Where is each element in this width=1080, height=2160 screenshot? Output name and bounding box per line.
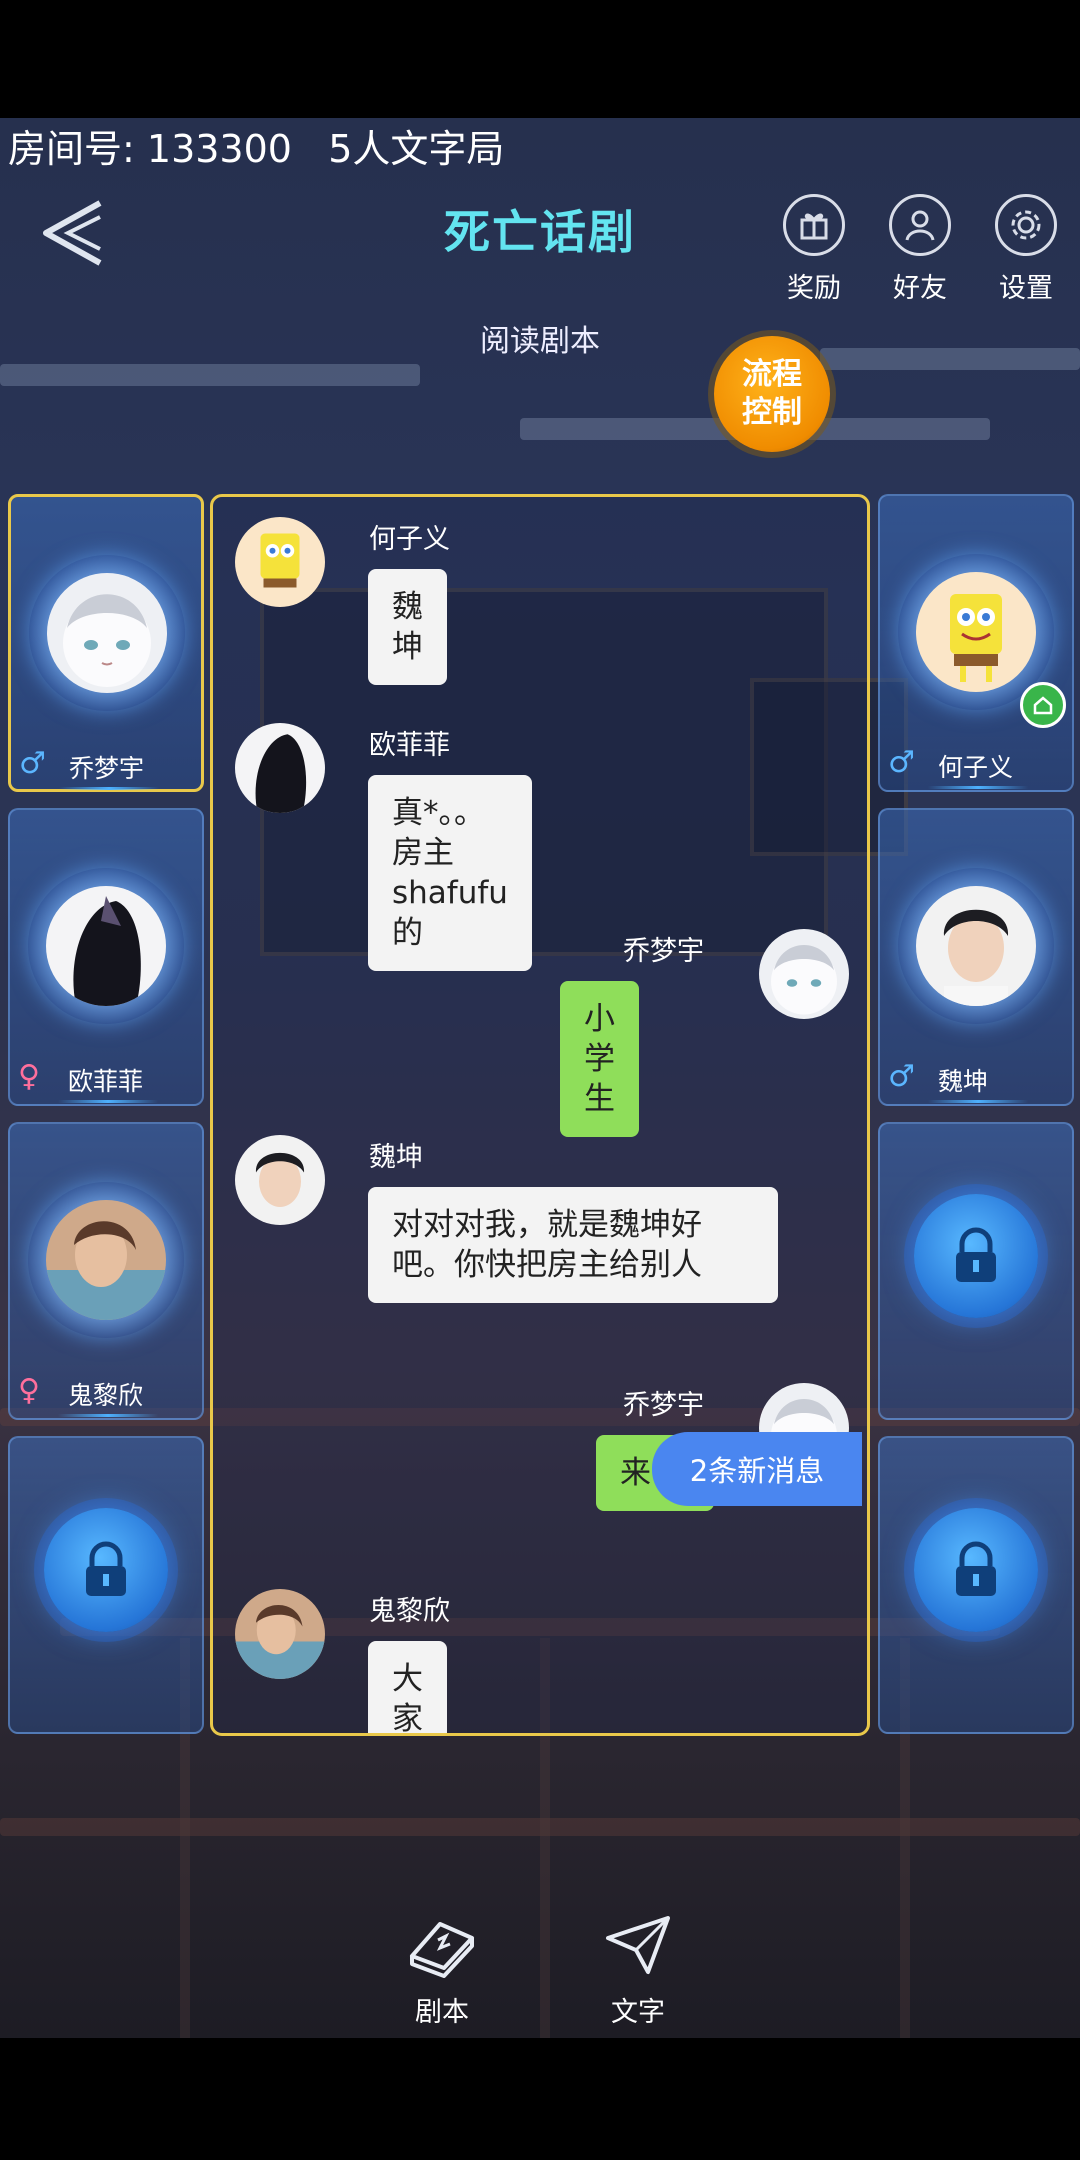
player-slot-right-1[interactable]: ♂ 何子义	[878, 494, 1074, 792]
female-icon: ♀	[18, 1059, 40, 1094]
player-slot-left-2[interactable]: ♀ 欧菲菲	[8, 808, 204, 1106]
message-bubble: 大家撤吗	[368, 1641, 447, 1733]
room-number: 133300	[146, 127, 292, 171]
friends-icon	[889, 194, 951, 256]
book-icon	[410, 1922, 474, 1978]
player-slot-right-3-locked[interactable]	[878, 1122, 1074, 1420]
flow-control-line2: 控制	[742, 395, 802, 430]
player-name: 乔梦宇	[69, 754, 145, 783]
lock-icon	[914, 1508, 1038, 1632]
male-icon: ♂	[19, 746, 46, 781]
avatar	[235, 723, 325, 813]
gift-icon	[783, 194, 845, 256]
settings-button[interactable]: 设置	[994, 194, 1058, 305]
avatar	[46, 1200, 166, 1320]
chat-panel[interactable]: 何子义 魏坤 欧菲菲 真*。。房主shafufu的 乔梦宇 小学生 魏坤 对对对…	[210, 494, 870, 1736]
rewards-button[interactable]: 奖励	[782, 194, 846, 305]
room-info: 房间号: 133300 5人文字局	[8, 118, 504, 173]
message-bubble: 对对对我，就是魏坤好吧。你快把房主给别人	[368, 1187, 778, 1303]
gear-icon	[995, 194, 1057, 256]
tab-text-label: 文字	[611, 1997, 665, 2028]
message-sender: 欧菲菲	[369, 730, 450, 761]
friends-button[interactable]: 好友	[888, 194, 952, 305]
room-label: 房间号:	[8, 127, 135, 171]
room-mode: 5人文字局	[328, 127, 505, 171]
message-sender: 乔梦宇	[623, 1390, 704, 1421]
player-name: 鬼黎欣	[68, 1381, 144, 1410]
host-home-icon	[1020, 682, 1066, 728]
player-name: 欧菲菲	[68, 1067, 144, 1096]
new-messages-button[interactable]: 2条新消息	[652, 1432, 862, 1506]
avatar	[916, 572, 1036, 692]
tab-script[interactable]: 剧本	[392, 1910, 492, 2029]
male-icon: ♂	[888, 745, 915, 780]
paper-plane-icon	[606, 1916, 670, 1974]
settings-label: 设置	[999, 273, 1053, 304]
message-sender: 魏坤	[369, 1142, 423, 1173]
avatar	[235, 1589, 325, 1679]
tab-script-label: 剧本	[415, 1997, 469, 2028]
avatar	[235, 517, 325, 607]
player-slot-left-3[interactable]: ♀ 鬼黎欣	[8, 1122, 204, 1420]
player-name: 魏坤	[938, 1067, 989, 1096]
player-slot-left-4-locked[interactable]	[8, 1436, 204, 1734]
friends-label: 好友	[893, 273, 947, 304]
message-bubble: 小学生	[560, 981, 639, 1137]
avatar	[46, 886, 166, 1006]
rewards-label: 奖励	[787, 273, 841, 304]
avatar	[235, 1135, 325, 1225]
avatar	[47, 573, 167, 693]
male-icon: ♂	[888, 1059, 915, 1094]
message-sender: 何子义	[369, 524, 450, 555]
avatar	[759, 929, 849, 1019]
phase-label: 阅读剧本	[480, 324, 600, 359]
player-slot-left-1[interactable]: ♂ 乔梦宇	[8, 494, 204, 792]
lock-icon	[44, 1508, 168, 1632]
message-bubble: 真*。。房主shafufu的	[368, 775, 532, 971]
message-sender: 乔梦宇	[623, 936, 704, 967]
message-sender: 鬼黎欣	[369, 1596, 450, 1627]
tab-text[interactable]: 文字	[588, 1910, 688, 2029]
player-slot-right-2[interactable]: ♂ 魏坤	[878, 808, 1074, 1106]
avatar	[916, 886, 1036, 1006]
player-slot-right-4-locked[interactable]	[878, 1436, 1074, 1734]
flow-control-line1: 流程	[742, 357, 802, 392]
female-icon: ♀	[18, 1373, 40, 1408]
player-name: 何子义	[938, 753, 1014, 782]
message-bubble: 魏坤	[368, 569, 447, 685]
flow-control-button[interactable]: 流程 控制	[714, 336, 830, 452]
lock-icon	[914, 1194, 1038, 1318]
